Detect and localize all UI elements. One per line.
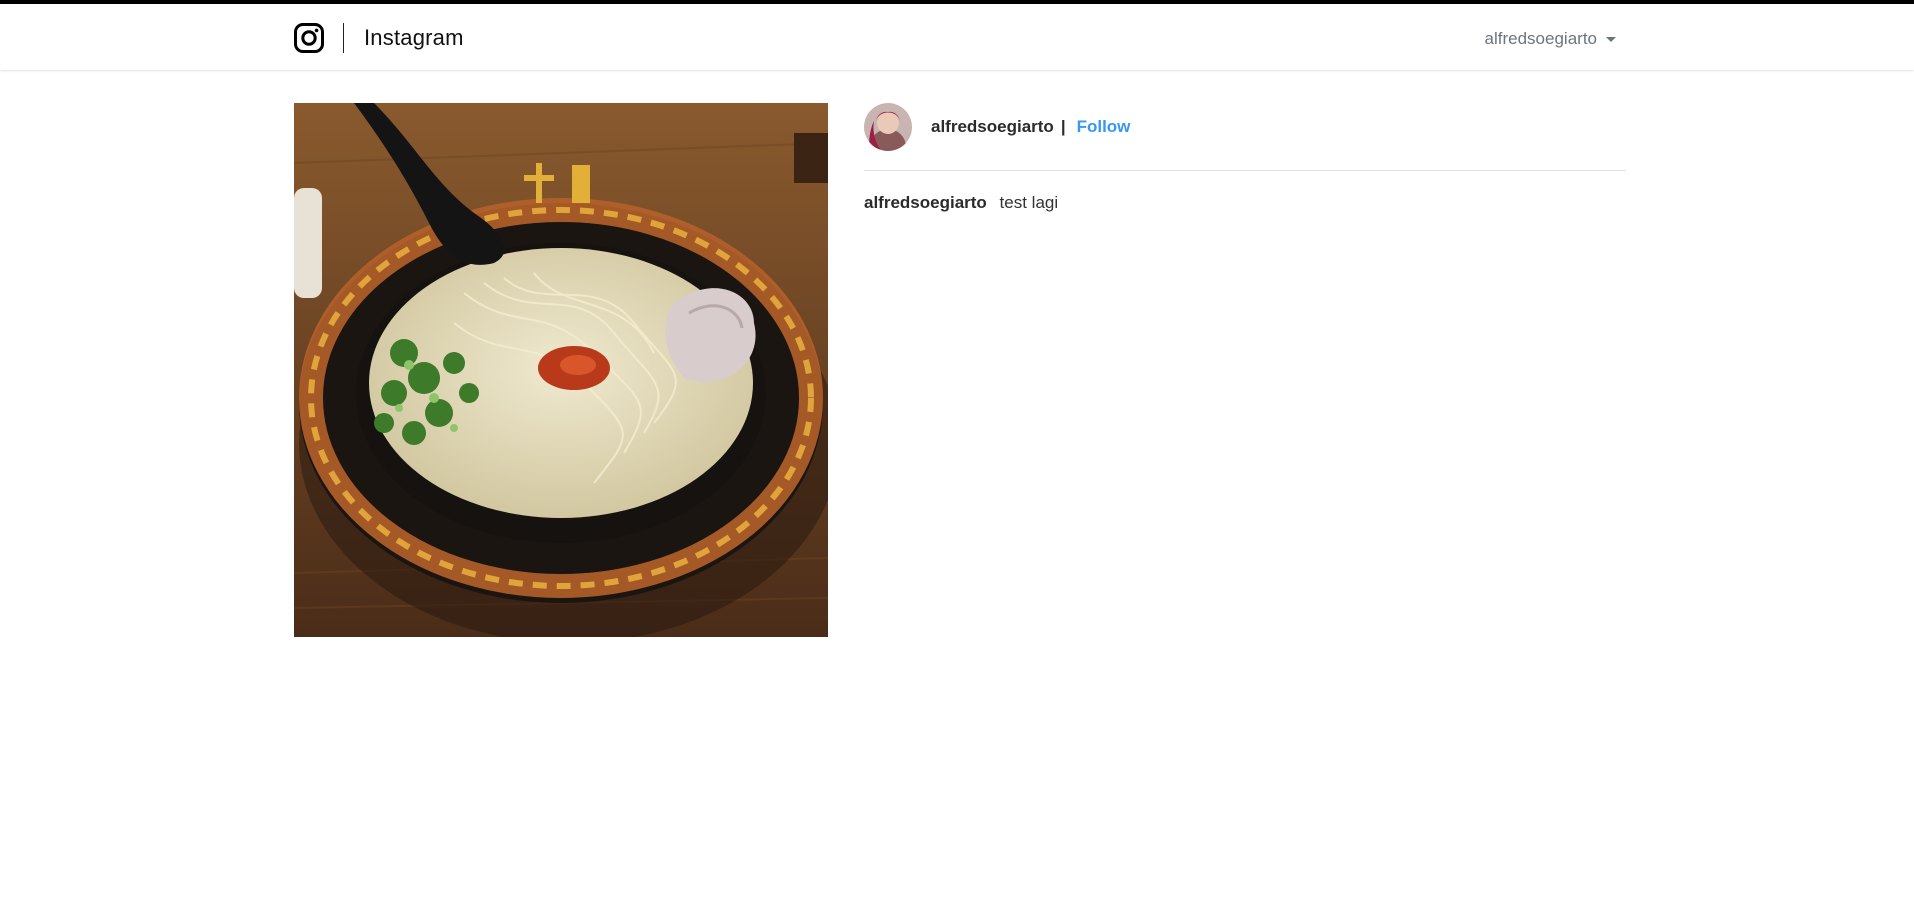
caption-text: test lagi <box>999 193 1059 212</box>
brand-name[interactable]: Instagram <box>364 25 464 51</box>
chevron-down-icon[interactable] <box>1606 36 1616 42</box>
instagram-icon[interactable] <box>293 22 325 54</box>
post-author[interactable]: alfredsoegiarto <box>931 117 1054 137</box>
post-header: alfredsoegiarto | Follow <box>864 103 1626 151</box>
author-separator: | <box>1060 117 1066 136</box>
user-menu-dropdown[interactable]: alfredsoegiarto <box>1485 29 1616 49</box>
navbar: Instagram alfredsoegiarto <box>0 4 1914 70</box>
post-caption: alfredsoegiarto test lagi <box>864 193 1626 213</box>
brand-divider <box>343 23 344 53</box>
ramen-bowl-photo <box>294 103 828 637</box>
follow-button[interactable]: Follow <box>1077 117 1131 137</box>
avatar[interactable] <box>864 103 912 151</box>
divider <box>864 170 1626 171</box>
brand[interactable]: Instagram <box>293 22 464 54</box>
caption-author[interactable]: alfredsoegiarto <box>864 193 987 212</box>
post-photo[interactable] <box>294 103 828 637</box>
post-sidebar: alfredsoegiarto | Follow alfredsoegiarto… <box>864 103 1626 213</box>
user-menu-label[interactable]: alfredsoegiarto <box>1485 29 1597 49</box>
